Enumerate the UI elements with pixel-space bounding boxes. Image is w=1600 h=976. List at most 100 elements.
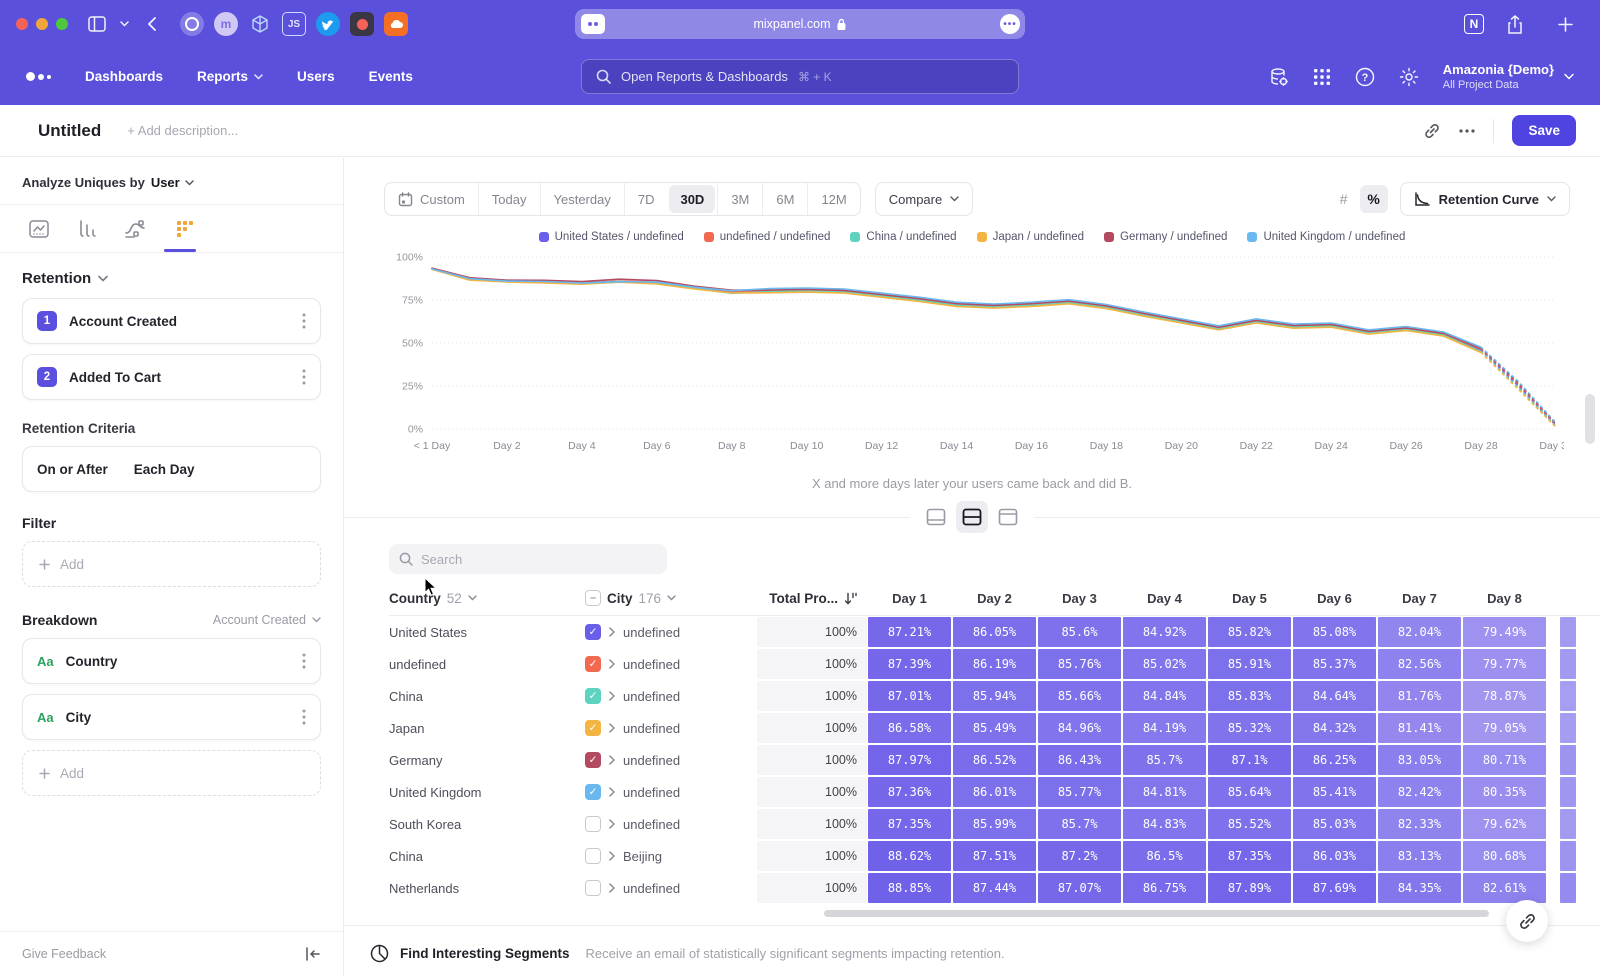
day-1-cell[interactable]: 87.21%	[868, 617, 951, 647]
select-all-checkbox[interactable]: –	[585, 590, 601, 606]
day-7-cell[interactable]: 83.13%	[1378, 841, 1461, 871]
day-6-cell[interactable]: 86.25%	[1293, 745, 1376, 775]
row-checkbox[interactable]: ✓	[585, 720, 601, 736]
share-link-floating-button[interactable]	[1506, 900, 1548, 942]
close-window-button[interactable]	[16, 18, 28, 30]
nav-item-reports[interactable]: Reports	[197, 69, 263, 84]
day-4-cell[interactable]: 84.81%	[1123, 777, 1206, 807]
more-options-icon[interactable]	[1459, 129, 1475, 133]
day-3-cell[interactable]: 85.6%	[1038, 617, 1121, 647]
expand-chevron-icon[interactable]	[609, 819, 615, 829]
nav-item-dashboards[interactable]: Dashboards	[85, 69, 163, 84]
day-7-cell[interactable]: 82.33%	[1378, 809, 1461, 839]
day-8-cell[interactable]: 80.35%	[1463, 777, 1546, 807]
day-4-cell[interactable]: 85.02%	[1123, 649, 1206, 679]
range-7d[interactable]: 7D	[624, 183, 668, 215]
day-7-cell[interactable]: 82.42%	[1378, 777, 1461, 807]
legend-item[interactable]: undefined / undefined	[704, 231, 831, 243]
segments-title[interactable]: Find Interesting Segments	[400, 946, 570, 961]
day-6-cell[interactable]: 85.37%	[1293, 649, 1376, 679]
row-checkbox[interactable]	[585, 848, 601, 864]
legend-item[interactable]: Japan / undefined	[977, 231, 1084, 243]
expand-chevron-icon[interactable]	[609, 659, 615, 669]
zoom-window-button[interactable]	[56, 18, 68, 30]
nav-item-events[interactable]: Events	[369, 69, 413, 84]
day-1-cell[interactable]: 87.97%	[868, 745, 951, 775]
row-checkbox[interactable]: ✓	[585, 688, 601, 704]
range-today[interactable]: Today	[478, 183, 540, 215]
red-dot-extension-icon[interactable]	[350, 12, 374, 36]
expand-chevron-icon[interactable]	[609, 883, 615, 893]
sidebar-toggle-icon[interactable]	[84, 11, 110, 37]
share-icon[interactable]	[1502, 11, 1528, 37]
column-header-day-1[interactable]: Day 1	[867, 591, 952, 606]
day-8-cell[interactable]: 78.87%	[1463, 681, 1546, 711]
settings-gear-icon[interactable]	[1399, 67, 1419, 87]
day-2-cell[interactable]: 86.01%	[953, 777, 1036, 807]
help-icon[interactable]: ?	[1355, 67, 1375, 87]
day-5-cell[interactable]: 87.1%	[1208, 745, 1291, 775]
legend-item[interactable]: China / undefined	[850, 231, 956, 243]
range-30d[interactable]: 30D	[669, 185, 715, 213]
day-5-cell[interactable]: 85.52%	[1208, 809, 1291, 839]
column-header-day-5[interactable]: Day 5	[1207, 591, 1292, 606]
range-12m[interactable]: 12M	[807, 183, 859, 215]
day-7-cell[interactable]: 82.56%	[1378, 649, 1461, 679]
day-6-cell[interactable]: 84.32%	[1293, 713, 1376, 743]
bird-extension-icon[interactable]	[316, 12, 340, 36]
table-row[interactable]: Germany✓undefined100%87.97%86.52%86.43%8…	[389, 744, 1600, 776]
chart-type-dropdown[interactable]: Retention Curve	[1400, 182, 1570, 216]
day-2-cell[interactable]: 85.99%	[953, 809, 1036, 839]
m-extension-icon[interactable]: m	[214, 12, 238, 36]
column-header-day-2[interactable]: Day 2	[952, 591, 1037, 606]
add-filter-button[interactable]: Add	[22, 541, 321, 587]
day-8-cell[interactable]: 82.61%	[1463, 873, 1546, 903]
column-header-day-6[interactable]: Day 6	[1292, 591, 1377, 606]
day-6-cell[interactable]: 87.69%	[1293, 873, 1376, 903]
day-1-cell[interactable]: 86.58%	[868, 713, 951, 743]
day-4-cell[interactable]: 84.19%	[1123, 713, 1206, 743]
layout-table-only-icon[interactable]	[992, 501, 1024, 533]
row-checkbox[interactable]: ✓	[585, 656, 601, 672]
tab-retention[interactable]	[175, 219, 195, 239]
day-6-cell[interactable]: 85.03%	[1293, 809, 1376, 839]
day-5-cell[interactable]: 85.83%	[1208, 681, 1291, 711]
day-3-cell[interactable]: 85.76%	[1038, 649, 1121, 679]
table-row[interactable]: China✓undefined100%87.01%85.94%85.66%84.…	[389, 680, 1600, 712]
address-bar[interactable]: mixpanel.com •••	[575, 9, 1025, 39]
expand-chevron-icon[interactable]	[609, 851, 615, 861]
day-7-cell[interactable]: 81.76%	[1378, 681, 1461, 711]
column-header-city[interactable]: – City 176	[585, 590, 757, 606]
breakdown-options-icon[interactable]	[302, 709, 306, 725]
column-header-day-4[interactable]: Day 4	[1122, 591, 1207, 606]
cube-extension-icon[interactable]	[248, 12, 272, 36]
day-3-cell[interactable]: 85.7%	[1038, 809, 1121, 839]
cloud-extension-icon[interactable]	[384, 12, 408, 36]
table-search-input[interactable]	[421, 552, 621, 567]
expand-chevron-icon[interactable]	[609, 627, 615, 637]
breakdown-card-country[interactable]: Aa Country	[22, 638, 321, 684]
nav-item-users[interactable]: Users	[297, 69, 335, 84]
day-2-cell[interactable]: 85.49%	[953, 713, 1036, 743]
column-header-day-7[interactable]: Day 7	[1377, 591, 1462, 606]
legend-item[interactable]: United Kingdom / undefined	[1247, 231, 1405, 243]
chevron-down-icon[interactable]	[98, 275, 108, 282]
row-checkbox[interactable]	[585, 816, 601, 832]
absolute-format-toggle[interactable]: #	[1330, 185, 1358, 213]
day-4-cell[interactable]: 84.83%	[1123, 809, 1206, 839]
expand-chevron-icon[interactable]	[609, 787, 615, 797]
report-description-placeholder[interactable]: + Add description...	[127, 123, 238, 138]
report-title[interactable]: Untitled	[38, 121, 101, 141]
project-switcher[interactable]: Amazonia {Demo} All Project Data	[1443, 62, 1574, 90]
range-custom[interactable]: Custom	[385, 183, 478, 215]
day-6-cell[interactable]: 85.08%	[1293, 617, 1376, 647]
criteria-interval[interactable]: Each Day	[134, 462, 195, 477]
day-5-cell[interactable]: 87.89%	[1208, 873, 1291, 903]
table-row[interactable]: ChinaBeijing100%88.62%87.51%87.2%86.5%87…	[389, 840, 1600, 872]
day-2-cell[interactable]: 87.44%	[953, 873, 1036, 903]
tab-flows[interactable]	[124, 219, 148, 239]
table-row[interactable]: South Koreaundefined100%87.35%85.99%85.7…	[389, 808, 1600, 840]
data-management-icon[interactable]	[1269, 67, 1289, 87]
day-3-cell[interactable]: 85.77%	[1038, 777, 1121, 807]
day-2-cell[interactable]: 86.05%	[953, 617, 1036, 647]
